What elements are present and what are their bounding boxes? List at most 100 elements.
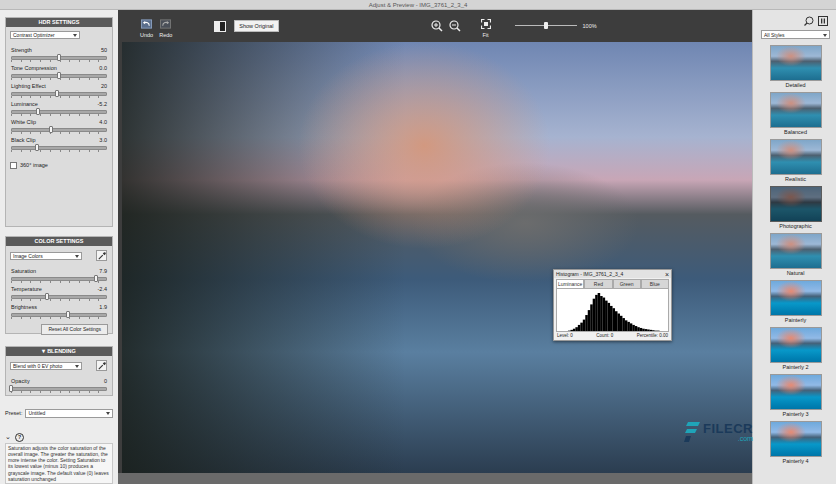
section-header[interactable]: ▾BLENDING	[6, 347, 112, 356]
slider-value: 50	[101, 46, 107, 54]
color-settings-section: COLOR SETTINGSImage ColorsSaturation7.9T…	[5, 236, 113, 334]
style-item[interactable]: Realistic	[770, 139, 822, 184]
style-label: Realistic	[785, 175, 806, 184]
histogram-footer: Level: 0Count: 0Percentile: 0.00	[554, 332, 671, 340]
close-button[interactable]: ×	[665, 271, 669, 278]
slider-label: Black Clip	[11, 136, 35, 144]
style-thumbnail[interactable]	[770, 280, 822, 316]
styles-list: DetailedBalanced Realistic Photographic Nat…	[761, 45, 830, 466]
method-dropdown[interactable]: Contrast Optimizer	[10, 31, 80, 39]
eyedropper-button[interactable]	[96, 250, 107, 261]
slider-thumb[interactable]	[35, 144, 39, 151]
histogram-tab[interactable]: Blue	[641, 279, 669, 288]
slider-track[interactable]	[11, 385, 107, 394]
zoom-slider[interactable]	[515, 22, 577, 30]
histogram-bar	[610, 306, 613, 331]
slider-thumb[interactable]	[36, 108, 40, 115]
reset-color-button[interactable]: Reset All Color Settings	[41, 324, 108, 335]
redo-icon	[160, 19, 171, 29]
slider-row: Strength 50	[10, 46, 108, 63]
slider-track[interactable]	[11, 108, 107, 117]
slider-track[interactable]	[11, 144, 107, 153]
slider-label: White Clip	[11, 118, 36, 126]
fit-button[interactable]: Fit	[481, 15, 491, 38]
style-item[interactable]: Balanced	[770, 92, 822, 137]
slider-value: 4.0	[99, 118, 107, 126]
search-icon[interactable]	[804, 16, 814, 26]
histogram-tab[interactable]: Luminance	[556, 279, 584, 288]
style-label: Natural	[787, 269, 805, 278]
zoom-thumb[interactable]	[544, 22, 548, 29]
style-item[interactable]: Painterly	[770, 280, 822, 325]
style-label: Painterly 2	[783, 363, 809, 372]
style-thumbnail[interactable]	[770, 374, 822, 410]
style-item[interactable]: Detailed	[770, 45, 822, 90]
histogram-tab[interactable]: Red	[584, 279, 612, 288]
show-original-button[interactable]: Show Original	[234, 20, 278, 32]
style-thumbnail[interactable]	[770, 421, 822, 457]
style-item[interactable]: Natural	[770, 233, 822, 278]
slider-value: 20	[101, 82, 107, 90]
slider-thumb[interactable]	[57, 72, 61, 79]
style-thumbnail[interactable]	[770, 327, 822, 363]
style-item[interactable]: Painterly 4	[770, 421, 822, 466]
section-header: HDR SETTINGS	[6, 18, 112, 27]
style-thumbnail[interactable]	[770, 186, 822, 222]
help-toggle[interactable]: ⌄	[5, 433, 11, 441]
histogram-title: Histogram - IMG_3761_2_3_4	[556, 270, 623, 278]
zoom-out-button[interactable]	[449, 20, 461, 32]
slider-value: 0	[104, 377, 107, 385]
style-item[interactable]: Painterly 3	[770, 374, 822, 419]
slider-thumb[interactable]	[49, 126, 53, 133]
slider-track[interactable]	[11, 275, 107, 284]
slider-thumb[interactable]	[9, 385, 13, 392]
slider-label: Brightness	[11, 303, 37, 311]
slider-track[interactable]	[11, 90, 107, 99]
histogram-bar	[588, 310, 591, 331]
style-item[interactable]: Photographic	[770, 186, 822, 231]
eyedropper-button[interactable]	[96, 360, 107, 371]
histogram-bar	[598, 293, 601, 331]
status-strip	[118, 473, 752, 484]
collapse-toggle[interactable]: ▾	[42, 347, 45, 356]
histogram-bar	[655, 330, 658, 331]
zoom-in-button[interactable]	[431, 20, 443, 32]
slider-label: Tone Compression	[11, 64, 57, 72]
slider-thumb[interactable]	[55, 90, 59, 97]
style-thumbnail[interactable]	[770, 233, 822, 269]
style-thumbnail[interactable]	[770, 92, 822, 128]
histogram-window[interactable]: Histogram - IMG_3761_2_3_4 × LuminanceRedG…	[553, 269, 672, 341]
slider-value: 0.0	[99, 64, 107, 72]
redo-button[interactable]: Redo	[159, 15, 172, 38]
slider-track[interactable]	[11, 126, 107, 135]
style-thumbnail[interactable]	[770, 139, 822, 175]
slider-track[interactable]	[11, 54, 107, 63]
undo-button[interactable]: Undo	[140, 15, 153, 38]
grid-view-icon[interactable]	[818, 16, 828, 26]
360-image-checkbox[interactable]: 360° image	[10, 162, 108, 169]
slider-label: Strength	[11, 46, 32, 54]
slider-thumb[interactable]	[94, 275, 98, 282]
slider-track[interactable]	[11, 311, 107, 320]
preset-dropdown[interactable]: Untitled	[25, 409, 113, 418]
slider-thumb[interactable]	[45, 293, 49, 300]
slider-track[interactable]	[11, 293, 107, 302]
compare-button[interactable]	[214, 21, 226, 32]
slider-track[interactable]	[11, 72, 107, 81]
histogram-tab[interactable]: Green	[613, 279, 641, 288]
slider-thumb[interactable]	[57, 54, 61, 61]
slider-value: 3.0	[99, 136, 107, 144]
style-thumbnail[interactable]	[770, 45, 822, 81]
window-title: Adjust & Preview - IMG_3761_2_3_4	[369, 2, 468, 8]
histogram-title-bar[interactable]: Histogram - IMG_3761_2_3_4 ×	[554, 270, 671, 278]
color-mode-dropdown[interactable]: Image Colors	[10, 252, 82, 260]
histogram-bar	[578, 325, 581, 331]
split-view-icon	[214, 21, 226, 32]
histogram-bar	[583, 320, 586, 331]
blend-mode-dropdown[interactable]: Blend with 0 EV photo	[10, 362, 82, 370]
styles-filter-dropdown[interactable]: All Styles	[761, 30, 830, 39]
settings-panel: HDR SETTINGS Contrast Optimizer Strength 50…	[0, 10, 118, 484]
undo-label: Undo	[140, 32, 153, 38]
slider-thumb[interactable]	[66, 311, 70, 318]
style-item[interactable]: Painterly 2	[770, 327, 822, 372]
